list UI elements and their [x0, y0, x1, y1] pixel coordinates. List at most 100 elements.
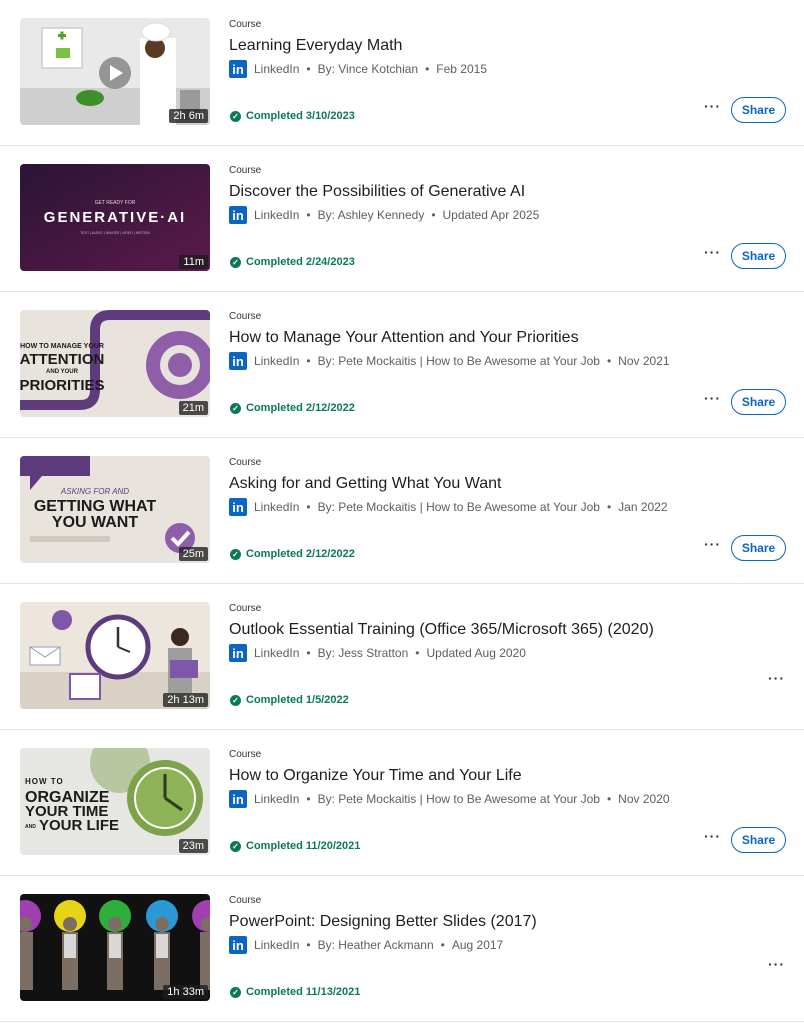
- more-options-button[interactable]: ···: [704, 244, 721, 260]
- provider-name: LinkedIn: [254, 646, 300, 660]
- course-thumbnail[interactable]: HOW TO ORGANIZE YOUR TIME AND YOUR LIFE …: [20, 748, 210, 855]
- separator-dot: •: [306, 208, 311, 222]
- duration-badge: 2h 13m: [163, 693, 208, 707]
- separator-dot: •: [306, 354, 311, 368]
- completion-date: Completed 3/10/2023: [246, 110, 355, 122]
- completion-date: Completed 11/20/2021: [246, 840, 361, 852]
- course-meta: in LinkedIn • By: Pete Mockaitis | How t…: [229, 498, 668, 516]
- list-item: HOW TO MANAGE YOUR ATTENTION AND YOUR PR…: [0, 292, 804, 438]
- completion-status: ✓ Completed 2/12/2022: [230, 402, 355, 414]
- separator-dot: •: [606, 792, 612, 806]
- thumb-and: AND: [25, 824, 36, 830]
- checkmark-icon: ✓: [230, 986, 241, 998]
- separator-dot: •: [415, 646, 420, 660]
- release-date: Aug 2017: [451, 938, 504, 952]
- checkmark-icon: ✓: [230, 402, 241, 414]
- separator-dot: •: [606, 500, 612, 514]
- release-date: Updated Apr 2025: [442, 208, 540, 222]
- author-name: By: Heather Ackmann: [317, 938, 434, 952]
- provider-name: LinkedIn: [254, 62, 300, 76]
- author-name: By: Pete Mockaitis | How to Be Awesome a…: [317, 354, 600, 368]
- linkedin-icon: in: [229, 644, 247, 662]
- thumb-line-4: YOUR LIFE: [39, 817, 119, 834]
- separator-dot: •: [306, 62, 311, 76]
- checkmark-icon: ✓: [230, 548, 241, 560]
- separator-dot: •: [431, 208, 436, 222]
- separator-dot: •: [306, 500, 311, 514]
- course-thumbnail[interactable]: HOW TO MANAGE YOUR ATTENTION AND YOUR PR…: [20, 310, 210, 417]
- checkmark-icon: ✓: [230, 110, 241, 122]
- list-item: 2h 6m Course Learning Everyday Math in L…: [0, 0, 804, 146]
- linkedin-icon: in: [229, 790, 247, 808]
- content-type-label: Course: [229, 749, 262, 760]
- course-thumbnail[interactable]: 2h 13m: [20, 602, 210, 709]
- thumb-line-2: ATTENTION: [20, 351, 104, 368]
- thumb-line-1: HOW TO: [25, 777, 64, 786]
- author-name: By: Pete Mockaitis | How to Be Awesome a…: [317, 500, 600, 514]
- course-thumbnail[interactable]: 1h 33m: [20, 894, 210, 1001]
- release-date: Feb 2015: [436, 62, 488, 76]
- duration-badge: 21m: [178, 401, 208, 415]
- share-button[interactable]: Share: [731, 827, 786, 853]
- release-date: Nov 2021: [618, 354, 670, 368]
- course-meta: in LinkedIn • By: Ashley Kennedy • Updat…: [229, 206, 539, 224]
- course-meta: in LinkedIn • By: Pete Mockaitis | How t…: [229, 352, 670, 370]
- author-name: By: Jess Stratton: [317, 646, 409, 660]
- separator-dot: •: [440, 938, 445, 952]
- course-title-link[interactable]: Discover the Possibilities of Generative…: [229, 183, 525, 201]
- completion-date: Completed 2/12/2022: [246, 548, 355, 560]
- more-options-button[interactable]: ···: [704, 98, 721, 114]
- course-title-link[interactable]: Asking for and Getting What You Want: [229, 475, 501, 493]
- course-meta: in LinkedIn • By: Heather Ackmann • Aug …: [229, 936, 503, 954]
- course-title-link[interactable]: Learning Everyday Math: [229, 37, 402, 55]
- completion-status: ✓ Completed 11/13/2021: [230, 986, 360, 998]
- release-date: Updated Aug 2020: [426, 646, 526, 660]
- more-options-button[interactable]: ···: [768, 670, 785, 686]
- completion-date: Completed 1/5/2022: [246, 694, 349, 706]
- list-item: HOW TO ORGANIZE YOUR TIME AND YOUR LIFE …: [0, 730, 804, 876]
- course-title-link[interactable]: How to Manage Your Attention and Your Pr…: [229, 329, 579, 347]
- course-title-link[interactable]: Outlook Essential Training (Office 365/M…: [229, 621, 654, 639]
- share-button[interactable]: Share: [731, 389, 786, 415]
- more-options-button[interactable]: ···: [768, 956, 785, 972]
- linkedin-icon: in: [229, 206, 247, 224]
- more-options-button[interactable]: ···: [704, 536, 721, 552]
- thumb-line-2: GETTING WHAT: [34, 498, 157, 515]
- provider-name: LinkedIn: [254, 500, 300, 514]
- more-options-button[interactable]: ···: [704, 828, 721, 844]
- list-item: 2h 13m Course Outlook Essential Training…: [0, 584, 804, 730]
- course-title-link[interactable]: PowerPoint: Designing Better Slides (201…: [229, 913, 537, 931]
- completion-date: Completed 2/12/2022: [246, 402, 355, 414]
- course-title-link[interactable]: How to Organize Your Time and Your Life: [229, 767, 522, 785]
- thumb-line-3: AND YOUR: [46, 369, 79, 375]
- course-meta: in LinkedIn • By: Vince Kotchian • Feb 2…: [229, 60, 487, 78]
- content-type-label: Course: [229, 19, 262, 30]
- duration-badge: 23m: [178, 839, 208, 853]
- completion-status: ✓ Completed 2/12/2022: [230, 548, 355, 560]
- share-button[interactable]: Share: [731, 243, 786, 269]
- completion-status: ✓ Completed 1/5/2022: [230, 694, 349, 706]
- course-thumbnail[interactable]: 2h 6m: [20, 18, 210, 125]
- content-type-label: Course: [229, 895, 262, 906]
- course-thumbnail[interactable]: GET READY FOR GENERATIVE·AI TEXT | AUDIO…: [20, 164, 210, 271]
- share-button[interactable]: Share: [731, 535, 786, 561]
- thumb-line-1: ASKING FOR AND: [60, 487, 129, 496]
- linkedin-icon: in: [229, 352, 247, 370]
- course-list: 2h 6m Course Learning Everyday Math in L…: [0, 0, 804, 1022]
- duration-badge: 2h 6m: [169, 109, 208, 123]
- release-date: Nov 2020: [618, 792, 670, 806]
- checkmark-icon: ✓: [230, 256, 241, 268]
- separator-dot: •: [306, 938, 311, 952]
- checkmark-icon: ✓: [230, 694, 241, 706]
- provider-name: LinkedIn: [254, 354, 300, 368]
- share-button[interactable]: Share: [731, 97, 786, 123]
- course-thumbnail[interactable]: ASKING FOR AND GETTING WHAT YOU WANT 25m: [20, 456, 210, 563]
- more-options-button[interactable]: ···: [704, 390, 721, 406]
- thumb-line-1: HOW TO MANAGE YOUR: [20, 343, 104, 350]
- completion-status: ✓ Completed 11/20/2021: [230, 840, 360, 852]
- list-item: GET READY FOR GENERATIVE·AI TEXT | AUDIO…: [0, 146, 804, 292]
- thumb-line-3: YOU WANT: [52, 514, 138, 531]
- completion-date: Completed 2/24/2023: [246, 256, 355, 268]
- separator-dot: •: [425, 62, 430, 76]
- thumb-line-4: PRIORITIES: [20, 377, 105, 394]
